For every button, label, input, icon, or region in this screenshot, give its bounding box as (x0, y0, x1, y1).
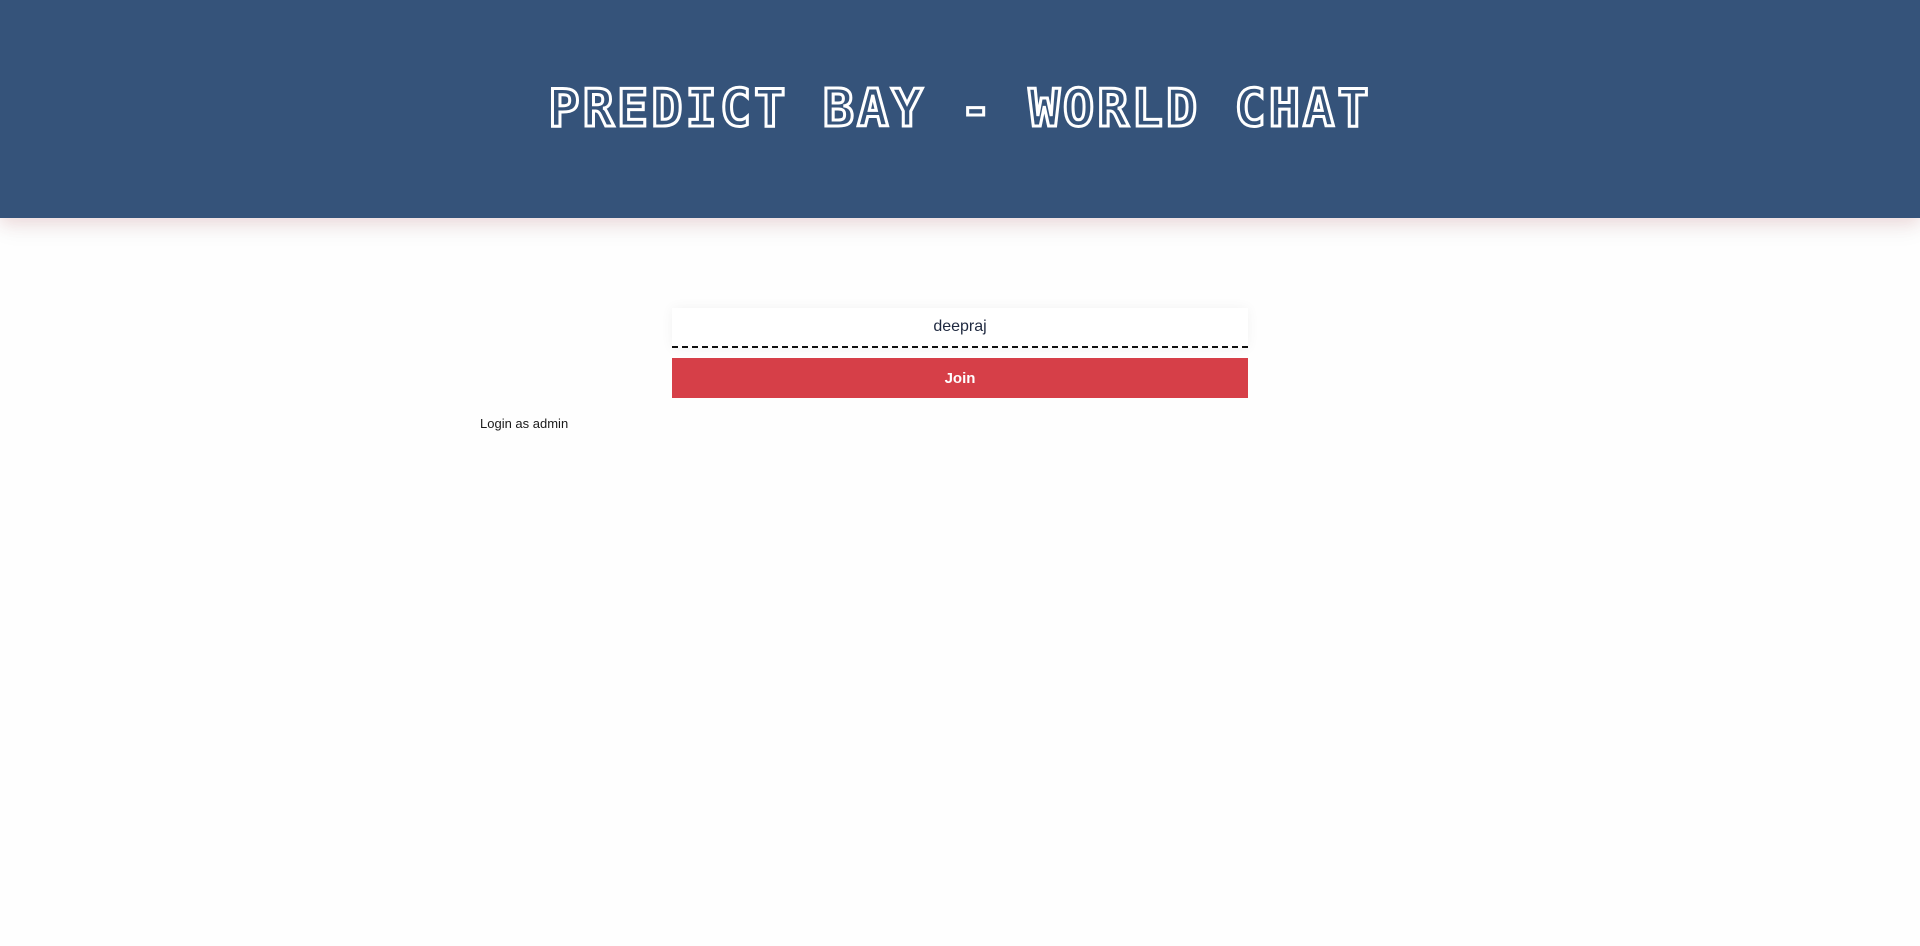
page-header: PREDICT BAY - WORLD CHAT (0, 0, 1920, 218)
login-as-admin-link[interactable]: Login as admin (480, 416, 568, 432)
join-button[interactable]: Join (672, 358, 1248, 398)
username-input[interactable] (672, 308, 1248, 348)
page-title: PREDICT BAY - WORLD CHAT (547, 78, 1372, 141)
join-form: Join (672, 308, 1248, 398)
